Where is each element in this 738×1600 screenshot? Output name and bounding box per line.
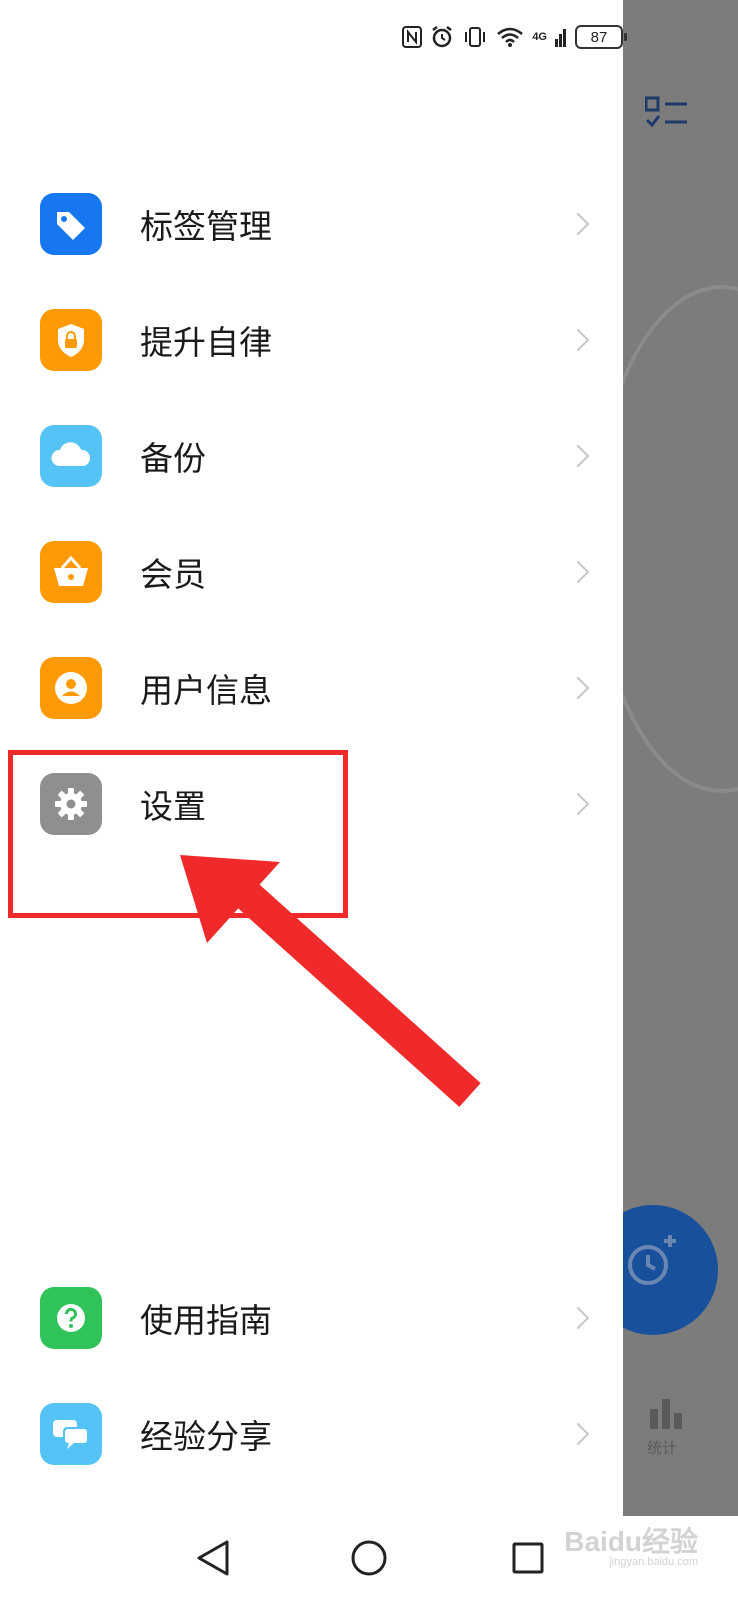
menu-item-label: 经验分享 xyxy=(140,1417,272,1456)
wifi-icon xyxy=(497,27,524,47)
menu-item-tag-management[interactable]: 标签管理 xyxy=(0,174,623,274)
back-icon[interactable] xyxy=(193,1536,233,1580)
vibrate-icon xyxy=(465,27,486,47)
chevron-right-icon xyxy=(566,212,590,236)
menu-item-user-info[interactable]: 用户信息 xyxy=(0,638,623,738)
signal-icon xyxy=(555,29,566,47)
add-timer-button[interactable] xyxy=(623,1205,718,1335)
chat-icon xyxy=(40,1403,102,1465)
battery-indicator: 87 xyxy=(575,25,627,49)
battery-level: 87 xyxy=(590,28,608,46)
background-app-overlay[interactable]: 统计 xyxy=(623,0,738,1516)
chevron-right-icon xyxy=(566,1306,590,1330)
chevron-right-icon xyxy=(566,328,590,352)
stats-tab-label: 统计 xyxy=(647,1439,678,1457)
menu-item-membership[interactable]: 会员 xyxy=(0,522,623,622)
menu-item-backup[interactable]: 备份 xyxy=(0,406,623,506)
alarm-icon xyxy=(432,26,453,48)
cloud-icon xyxy=(40,425,102,487)
menu-item-experience-share[interactable]: 经验分享 xyxy=(0,1384,623,1484)
status-bar: 4G 87 xyxy=(353,22,627,52)
checklist-icon xyxy=(645,96,687,128)
network-type-label: 4G xyxy=(532,31,547,43)
menu-item-user-guide[interactable]: 使用指南 xyxy=(0,1268,623,1368)
menu-item-self-discipline[interactable]: 提升自律 xyxy=(0,290,623,390)
user-icon xyxy=(40,657,102,719)
lock-shield-icon xyxy=(40,309,102,371)
dial-ring xyxy=(623,285,738,793)
chevron-right-icon xyxy=(566,792,590,816)
menu-item-label: 使用指南 xyxy=(140,1301,272,1340)
stats-icon[interactable] xyxy=(648,1395,684,1431)
annotation-highlight-box xyxy=(8,750,348,918)
watermark-brand: Baidu经验 xyxy=(564,1526,698,1557)
home-icon[interactable] xyxy=(349,1536,389,1580)
add-timer-icon xyxy=(628,1235,676,1285)
menu-item-label: 提升自律 xyxy=(140,323,272,362)
chevron-right-icon xyxy=(566,560,590,584)
menu-item-label: 用户信息 xyxy=(140,671,272,710)
chevron-right-icon xyxy=(566,444,590,468)
menu-item-label: 会员 xyxy=(140,555,206,594)
basket-icon xyxy=(40,541,102,603)
tag-icon xyxy=(40,193,102,255)
nfc-icon xyxy=(402,26,423,48)
menu-item-label: 备份 xyxy=(140,439,206,478)
chevron-right-icon xyxy=(566,1422,590,1446)
watermark-url: jingyan.baidu.com xyxy=(609,1556,698,1568)
chevron-right-icon xyxy=(566,676,590,700)
recents-icon[interactable] xyxy=(508,1536,548,1580)
help-icon xyxy=(40,1287,102,1349)
menu-item-label: 标签管理 xyxy=(140,207,272,246)
